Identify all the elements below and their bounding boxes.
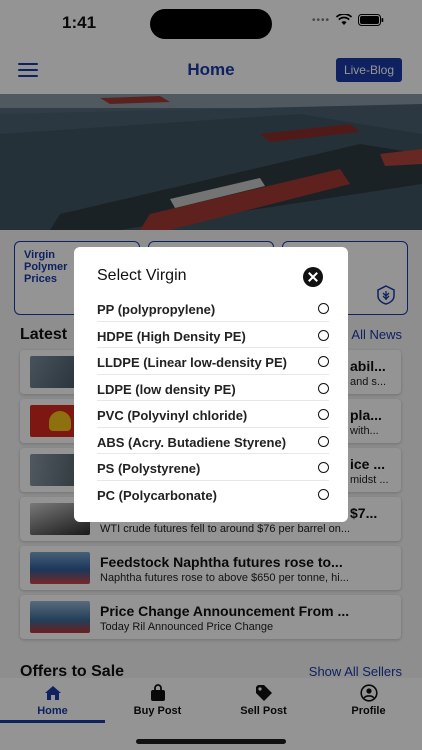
option-pvc[interactable]: PVC (Polyvinyl chloride) [97,401,329,428]
radio-button[interactable] [318,303,329,314]
option-label: PS (Polystyrene) [97,461,201,476]
option-label: HDPE (High Density PE) [97,328,246,344]
option-pc[interactable]: PC (Polycarbonate) [97,481,329,508]
option-label: PP (polypropylene) [97,302,216,317]
dialog-title: Select Virgin [97,267,187,284]
option-label: LDPE (low density PE) [97,381,236,397]
radio-button[interactable] [318,409,329,420]
home-indicator [136,739,286,744]
polymer-options-list: PP (polypropylene) HDPE (High Density PE… [97,295,329,507]
radio-button[interactable] [318,435,329,447]
option-abs[interactable]: ABS (Acry. Butadiene Styrene) [97,428,329,454]
radio-button[interactable] [318,488,329,500]
option-label: PVC (Polyvinyl chloride) [97,408,248,423]
option-label: LLDPE (Linear low-density PE) [97,355,287,370]
radio-button[interactable] [318,382,329,394]
option-label: PC (Polycarbonate) [97,487,217,503]
radio-button[interactable] [318,462,329,473]
option-label: ABS (Acry. Butadiene Styrene) [97,434,287,450]
option-pp[interactable]: PP (polypropylene) [97,295,329,322]
radio-button[interactable] [318,329,329,341]
radio-button[interactable] [318,356,329,367]
option-lldpe[interactable]: LLDPE (Linear low-density PE) [97,348,329,375]
option-ldpe[interactable]: LDPE (low density PE) [97,375,329,401]
select-virgin-dialog: Select Virgin PP (polypropylene) HDPE (H… [74,247,348,522]
option-hdpe[interactable]: HDPE (High Density PE) [97,322,329,348]
close-icon[interactable] [303,267,323,287]
option-ps[interactable]: PS (Polystyrene) [97,454,329,481]
